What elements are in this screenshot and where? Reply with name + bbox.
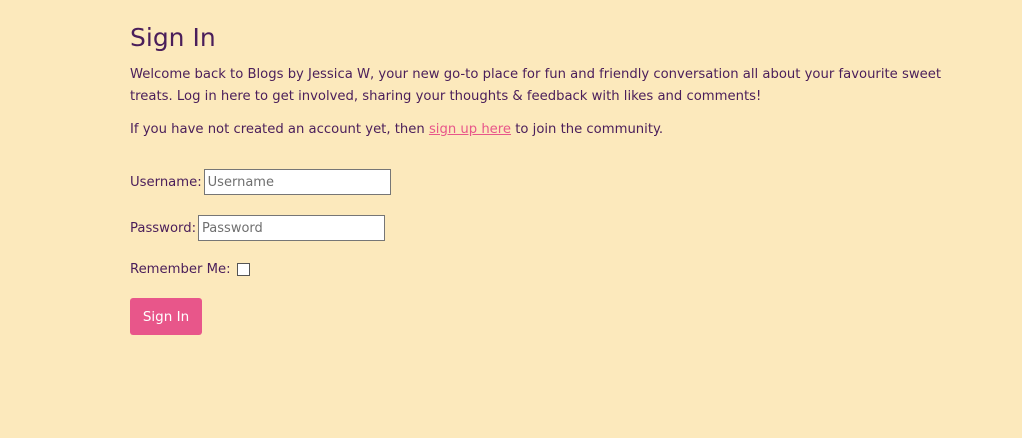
- signin-form: Username: Password: Remember Me: Sign In: [130, 167, 1000, 335]
- main-content: Sign In Welcome back to Blogs by Jessica…: [130, 22, 1000, 335]
- username-label: Username:: [130, 174, 202, 190]
- signup-prefix: If you have not created an account yet, …: [130, 122, 429, 137]
- signup-prompt: If you have not created an account yet, …: [130, 119, 1000, 141]
- password-row: Password:: [130, 213, 1000, 243]
- signup-link[interactable]: sign up here: [429, 122, 511, 137]
- password-label: Password:: [130, 220, 197, 236]
- username-input[interactable]: [203, 169, 391, 195]
- remember-label: Remember Me:: [130, 261, 231, 277]
- password-input[interactable]: [198, 215, 386, 241]
- signup-suffix: to join the community.: [511, 122, 664, 137]
- remember-row: Remember Me:: [130, 259, 1000, 279]
- page: Sign In Welcome back to Blogs by Jessica…: [0, 0, 1022, 438]
- sign-in-button[interactable]: Sign In: [130, 298, 202, 335]
- remember-checkbox[interactable]: [236, 262, 250, 276]
- username-row: Username:: [130, 167, 1000, 197]
- intro-text: Welcome back to Blogs by Jessica W, your…: [130, 67, 942, 104]
- page-title: Sign In: [130, 23, 216, 52]
